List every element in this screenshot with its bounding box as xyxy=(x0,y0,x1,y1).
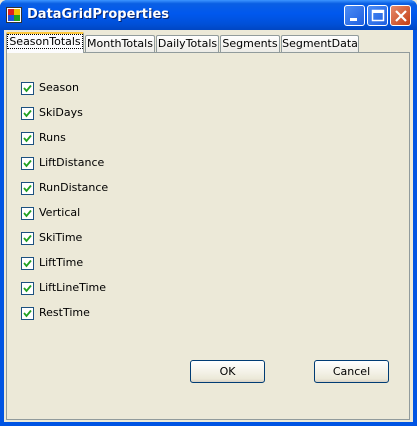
minimize-icon xyxy=(350,18,357,21)
tab-month-totals[interactable]: MonthTotals xyxy=(85,35,155,52)
checkbox-box[interactable] xyxy=(21,107,34,120)
tab-page-season-totals: Season SkiDays Runs LiftDistance RunDistance… xyxy=(6,52,410,420)
tab-label: SeasonTotals xyxy=(7,34,83,49)
checkbox-box[interactable] xyxy=(21,157,34,170)
app-window-icon xyxy=(6,7,22,23)
checkbox-box[interactable] xyxy=(21,282,34,295)
check-icon xyxy=(23,234,32,243)
tab-daily-totals[interactable]: DailyTotals xyxy=(156,35,219,52)
maximize-icon xyxy=(371,9,385,22)
checkbox-label: LiftDistance xyxy=(39,156,105,169)
check-icon xyxy=(23,184,32,193)
check-icon xyxy=(23,259,32,268)
checkbox-label: LiftLineTime xyxy=(39,281,107,294)
check-icon xyxy=(23,284,32,293)
window-title: DataGridProperties xyxy=(27,7,170,22)
checkbox-label: RestTime xyxy=(39,306,90,319)
checkbox-label: LiftTime xyxy=(39,256,84,269)
checkbox-box[interactable] xyxy=(21,182,34,195)
check-icon xyxy=(23,309,32,318)
checkbox-label: Vertical xyxy=(39,206,81,219)
dialog-client-area: SeasonTotals MonthTotals DailyTotals Seg… xyxy=(4,30,413,422)
check-icon xyxy=(23,209,32,218)
title-bar[interactable]: DataGridProperties xyxy=(0,0,417,30)
checkbox-box[interactable] xyxy=(21,82,34,95)
checkbox-box[interactable] xyxy=(21,307,34,320)
tab-season-totals[interactable]: SeasonTotals xyxy=(6,32,84,53)
check-icon xyxy=(23,159,32,168)
checkbox-label: Runs xyxy=(39,131,66,144)
ok-button[interactable]: OK xyxy=(190,360,265,383)
close-button[interactable] xyxy=(390,5,411,26)
checkbox-box[interactable] xyxy=(21,232,34,245)
tab-segments[interactable]: Segments xyxy=(220,35,280,52)
dialog-window: DataGridProperties SeasonTotals MonthTot… xyxy=(0,0,417,426)
checkbox-box[interactable] xyxy=(21,257,34,270)
check-icon xyxy=(23,109,32,118)
close-icon xyxy=(395,10,407,22)
cancel-button[interactable]: Cancel xyxy=(314,360,389,383)
checkbox-label: SkiDays xyxy=(39,106,83,119)
check-icon xyxy=(23,84,32,93)
checkbox-box[interactable] xyxy=(21,132,34,145)
checkbox-box[interactable] xyxy=(21,207,34,220)
check-icon xyxy=(23,134,32,143)
checkbox-label: SkiTime xyxy=(39,231,83,244)
maximize-button[interactable] xyxy=(367,5,388,26)
checkbox-label: RunDistance xyxy=(39,181,109,194)
minimize-button[interactable] xyxy=(344,5,365,26)
tab-segment-data[interactable]: SegmentData xyxy=(281,35,359,52)
checkbox-label: Season xyxy=(39,81,79,94)
